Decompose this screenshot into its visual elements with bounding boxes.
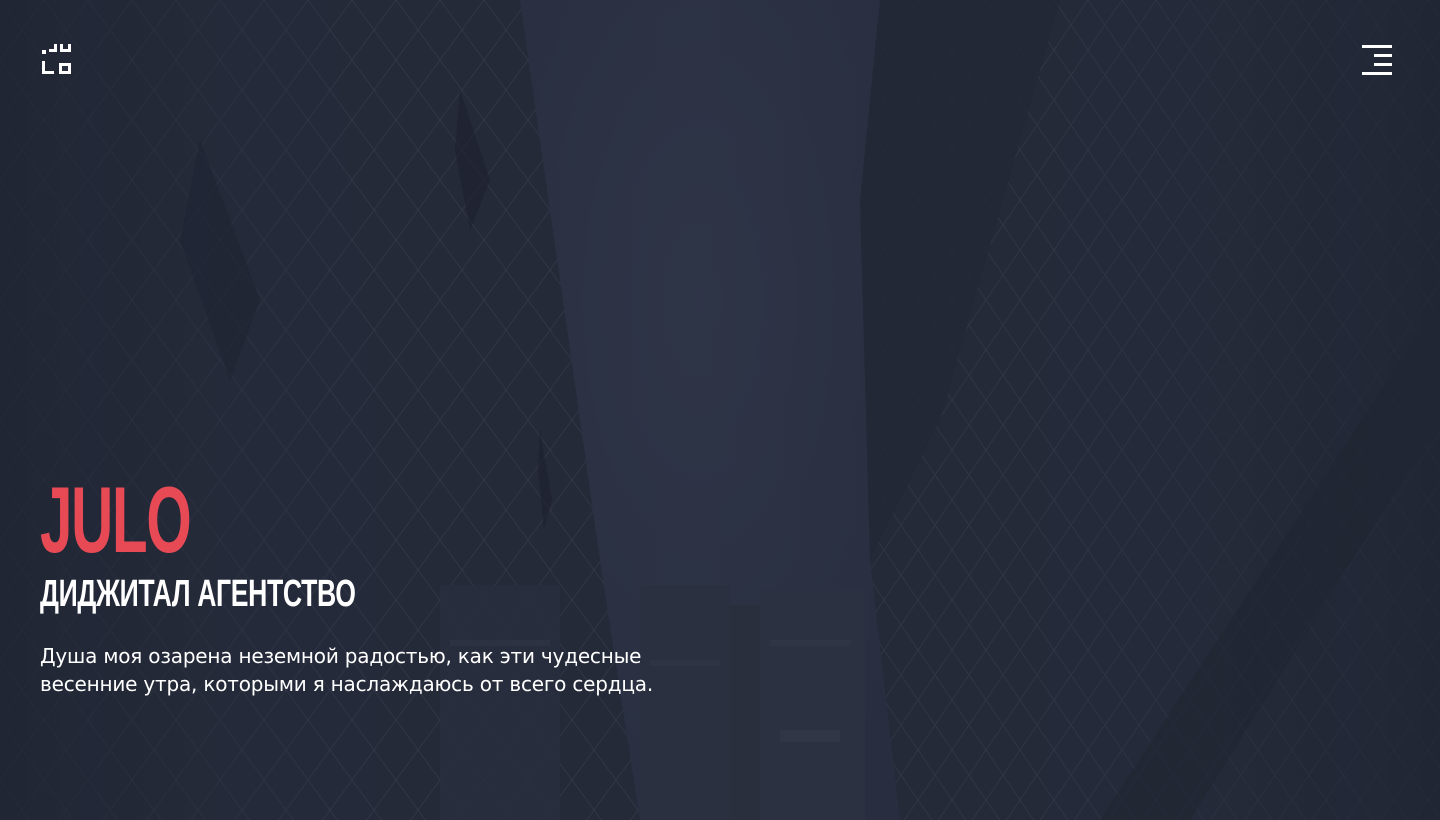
julo-logo-icon[interactable] — [42, 44, 72, 74]
hero-description: Душа моя озарена неземной радостью, как … — [40, 644, 654, 696]
brand-title: JULO — [40, 467, 192, 572]
brand-tagline: ДИДЖИТАЛ АГЕНТСТВО — [40, 573, 356, 615]
hamburger-menu-icon[interactable] — [1362, 45, 1392, 75]
hero-section: JULO ДИДЖИТАЛ АГЕНТСТВО Душа моя озарена… — [0, 0, 1440, 820]
